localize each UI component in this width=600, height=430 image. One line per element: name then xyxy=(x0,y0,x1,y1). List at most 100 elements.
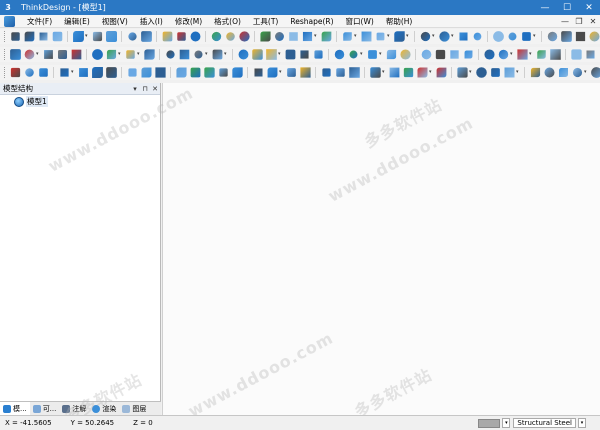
toolbar-tool-icon[interactable] xyxy=(238,49,248,60)
toolbar-tool-icon[interactable] xyxy=(473,32,481,41)
toolbar-tool-icon[interactable] xyxy=(420,31,430,42)
menu-modify[interactable]: 修改(M) xyxy=(169,16,208,27)
toolbar-tool-icon[interactable] xyxy=(483,49,495,60)
toolbar-tool-icon[interactable] xyxy=(39,32,47,41)
toolbar-tool-icon[interactable] xyxy=(549,49,561,60)
tab-model[interactable]: 模... xyxy=(0,401,30,416)
toolbar-tool-icon[interactable] xyxy=(492,31,504,42)
doc-minimize-button[interactable]: — xyxy=(558,17,572,26)
toolbar-tool-icon[interactable] xyxy=(59,68,69,77)
tool-dropdown-icon[interactable]: ▾ xyxy=(382,67,386,78)
toolbar-tool-icon[interactable] xyxy=(416,67,428,78)
tool-dropdown-icon[interactable]: ▾ xyxy=(118,49,122,60)
toolbar-tool-icon[interactable] xyxy=(203,67,215,78)
tool-dropdown-icon[interactable]: ▾ xyxy=(278,49,282,60)
toolbar-tool-icon[interactable] xyxy=(503,67,515,78)
panel-close-button[interactable]: ✕ xyxy=(150,85,160,93)
toolbar-tool-icon[interactable] xyxy=(530,67,540,78)
toolbar-tool-icon[interactable] xyxy=(386,49,396,60)
toolbar-tool-icon[interactable] xyxy=(190,31,200,42)
toolbar-tool-icon[interactable] xyxy=(334,49,344,60)
menu-file[interactable]: 文件(F) xyxy=(21,16,58,27)
toolbar-tool-icon[interactable] xyxy=(367,50,377,59)
tool-dropdown-icon[interactable]: ▾ xyxy=(354,31,358,42)
toolbar-tool-icon[interactable] xyxy=(9,49,21,60)
toolbar-tool-icon[interactable] xyxy=(285,49,295,60)
toolbar-tool-icon[interactable] xyxy=(475,67,487,78)
tool-dropdown-icon[interactable]: ▾ xyxy=(406,31,410,42)
toolbar-tool-icon[interactable] xyxy=(490,68,500,77)
tool-dropdown-icon[interactable]: ▾ xyxy=(36,49,40,60)
tool-dropdown-icon[interactable]: ▾ xyxy=(584,67,588,78)
tree-item-model[interactable]: 模型1 xyxy=(14,96,48,107)
toolbar-tool-icon[interactable] xyxy=(78,68,88,77)
toolbar-tool-icon[interactable] xyxy=(105,67,117,78)
toolbar-tool-icon[interactable] xyxy=(349,50,357,59)
toolbar-tool-icon[interactable] xyxy=(403,67,413,78)
toolbar-tool-icon[interactable] xyxy=(190,67,200,78)
material-dropdown-button[interactable]: ▾ xyxy=(578,418,586,428)
toolbar-tool-icon[interactable] xyxy=(456,67,468,78)
toolbar-tool-icon[interactable] xyxy=(251,49,263,60)
color-dropdown-button[interactable]: ▾ xyxy=(502,418,511,428)
toolbar-tool-icon[interactable] xyxy=(72,31,84,42)
toolbar-tool-icon[interactable] xyxy=(140,67,152,78)
toolbar-tool-icon[interactable] xyxy=(218,68,228,77)
minimize-button[interactable]: — xyxy=(534,0,556,15)
toolbar-tool-icon[interactable] xyxy=(498,49,508,60)
tool-dropdown-icon[interactable]: ▾ xyxy=(529,49,533,60)
close-button[interactable]: ✕ xyxy=(578,0,600,15)
tool-dropdown-icon[interactable]: ▾ xyxy=(469,67,473,78)
toolbar-tool-icon[interactable] xyxy=(162,31,172,42)
toolbar-tool-icon[interactable] xyxy=(521,32,531,41)
tool-dropdown-icon[interactable]: ▾ xyxy=(432,31,436,42)
toolbar-tool-icon[interactable] xyxy=(253,68,263,77)
tool-dropdown-icon[interactable]: ▾ xyxy=(314,31,318,42)
menu-view[interactable]: 视图(V) xyxy=(96,16,134,27)
color-swatch[interactable] xyxy=(478,418,501,428)
material-field[interactable]: Structural Steel xyxy=(513,418,576,428)
toolbar-tool-icon[interactable] xyxy=(435,49,445,60)
toolbar-tool-icon[interactable] xyxy=(225,32,235,41)
toolbar-tool-icon[interactable] xyxy=(348,67,360,78)
toolbar-tool-icon[interactable] xyxy=(211,31,221,42)
toolbar-tool-icon[interactable] xyxy=(399,49,411,60)
menu-tools[interactable]: 工具(T) xyxy=(247,16,284,27)
toolbar-tool-icon[interactable] xyxy=(43,50,53,59)
toolbar-tool-icon[interactable] xyxy=(508,32,516,41)
toolbar-tool-icon[interactable] xyxy=(57,49,67,60)
toolbar-tool-icon[interactable] xyxy=(321,31,331,42)
tab-visibility[interactable]: 可... xyxy=(30,402,60,416)
toolbar-tool-icon[interactable] xyxy=(143,49,155,60)
toolbar-tool-icon[interactable] xyxy=(92,31,102,42)
toolbar-tool-icon[interactable] xyxy=(393,31,405,42)
toolbar-tool-icon[interactable] xyxy=(536,50,546,59)
toolbar-tool-icon[interactable] xyxy=(342,32,352,41)
toolbar-tool-icon[interactable] xyxy=(154,67,166,78)
toolbar-grip[interactable] xyxy=(4,31,5,42)
toolbar-tool-icon[interactable] xyxy=(71,49,81,60)
tool-dropdown-icon[interactable]: ▾ xyxy=(516,67,520,78)
toolbar-tool-icon[interactable] xyxy=(464,50,472,59)
toolbar-tool-icon[interactable] xyxy=(570,49,582,60)
toolbar-tool-icon[interactable] xyxy=(547,31,557,42)
tool-dropdown-icon[interactable]: ▾ xyxy=(387,31,391,42)
toolbar-tool-icon[interactable] xyxy=(369,67,381,78)
tool-dropdown-icon[interactable]: ▾ xyxy=(360,49,364,60)
tool-dropdown-icon[interactable]: ▾ xyxy=(205,49,209,60)
maximize-button[interactable]: ☐ xyxy=(556,0,578,15)
toolbar-tool-icon[interactable] xyxy=(106,49,116,60)
tool-dropdown-icon[interactable]: ▾ xyxy=(451,31,455,42)
tool-dropdown-icon[interactable]: ▾ xyxy=(85,31,89,42)
toolbar-tool-icon[interactable] xyxy=(91,49,103,60)
toolbar-tool-icon[interactable] xyxy=(286,68,296,77)
toolbar-tool-icon[interactable] xyxy=(38,68,48,77)
toolbar-tool-icon[interactable] xyxy=(335,68,345,77)
tool-dropdown-icon[interactable]: ▾ xyxy=(379,49,383,60)
toolbar-tool-icon[interactable] xyxy=(313,50,323,59)
toolbar-tool-icon[interactable] xyxy=(212,49,222,60)
panel-dropdown-button[interactable]: ▾ xyxy=(130,85,140,93)
toolbar-tool-icon[interactable] xyxy=(516,49,528,60)
toolbar-tool-icon[interactable] xyxy=(176,32,186,41)
toolbar-tool-icon[interactable] xyxy=(436,67,446,78)
